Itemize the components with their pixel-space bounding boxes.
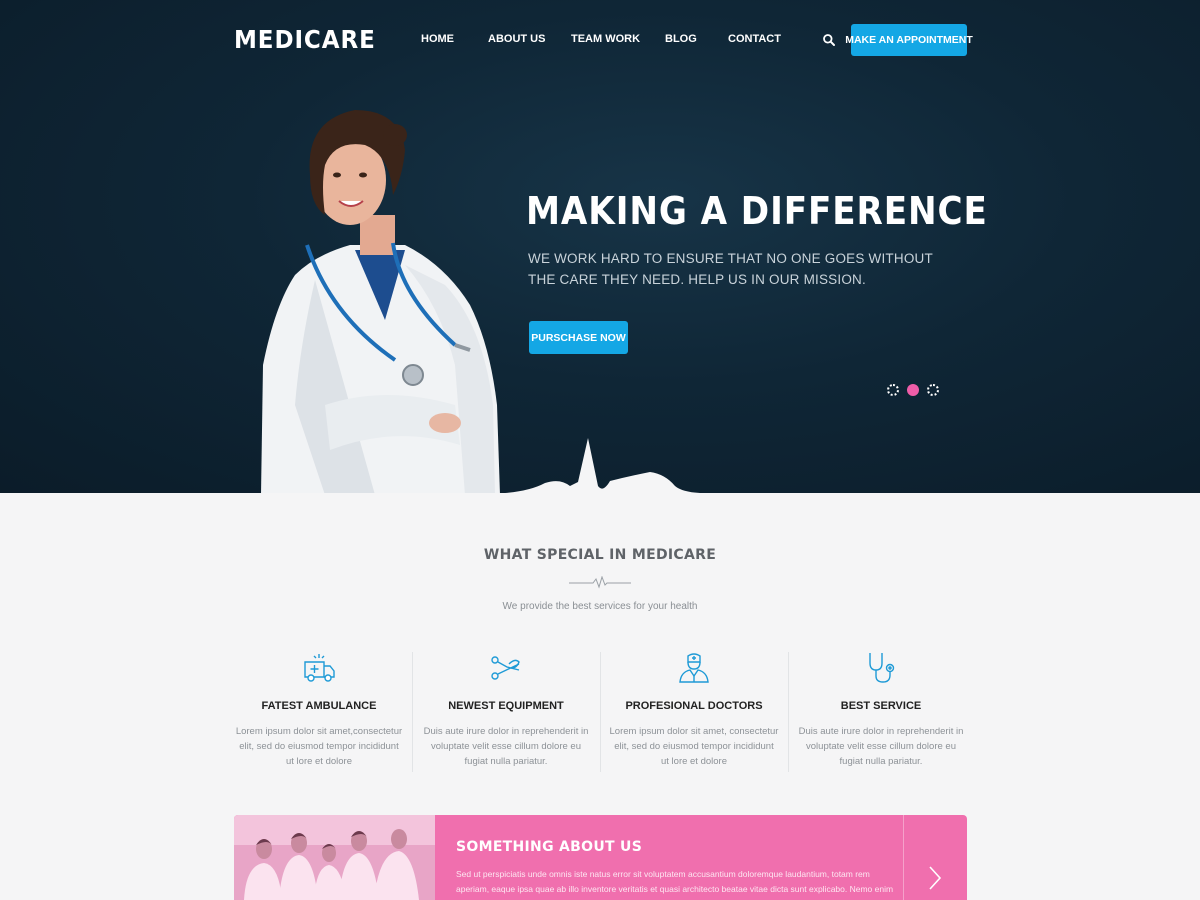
nav-team-work[interactable]: TEAM WORK: [571, 33, 640, 45]
hero-section: MEDICARE HOME ABOUT US TEAM WORK BLOG CO…: [0, 0, 1200, 493]
section-subtitle: We provide the best services for your he…: [502, 601, 698, 612]
feature-text: Duis aute irure dolor in reprehenderit i…: [798, 726, 964, 767]
stethoscope-icon: [869, 653, 895, 683]
chevron-right-icon: [929, 866, 942, 890]
nav-home[interactable]: HOME: [421, 33, 454, 45]
site-logo[interactable]: MEDICARE: [234, 25, 376, 54]
about-text: Sed ut perspiciatis unde omnis iste natu…: [456, 869, 894, 894]
feature-separator: [788, 652, 789, 772]
feature-title: BEST SERVICE: [840, 700, 922, 712]
feature-title: NEWEST EQUIPMENT: [448, 700, 564, 712]
doctor-icon: [679, 653, 709, 683]
next-arrow-button[interactable]: [903, 815, 967, 900]
ambulance-icon: [304, 654, 335, 682]
slider-dot-1[interactable]: [887, 384, 899, 396]
feature-ambulance: FATEST AMBULANCE Lorem ipsum dolor sit a…: [234, 650, 404, 769]
feature-title: PROFESIONAL DOCTORS: [625, 700, 763, 712]
hero-title: MAKING A DIFFERENCE: [526, 189, 988, 233]
feature-separator: [412, 652, 413, 772]
feature-equipment: NEWEST EQUIPMENT Duis aute irure dolor i…: [421, 650, 591, 769]
feature-text: Lorem ipsum dolor sit amet,consectetur e…: [235, 726, 403, 767]
equipment-icon: [491, 656, 520, 680]
make-appointment-button[interactable]: MAKE AN APPOINTMENT: [845, 24, 973, 56]
nav-blog[interactable]: BLOG: [665, 33, 697, 45]
feature-doctors: PROFESIONAL DOCTORS Lorem ipsum dolor si…: [609, 650, 779, 769]
feature-service: BEST SERVICE Duis aute irure dolor in re…: [796, 650, 966, 769]
hero-subtitle: WE WORK HARD TO ENSURE THAT NO ONE GOES …: [528, 251, 933, 287]
feature-separator: [600, 652, 601, 772]
doctor-image: [261, 110, 500, 493]
nav-contact[interactable]: CONTACT: [728, 33, 781, 45]
search-icon[interactable]: [822, 33, 836, 47]
about-section: SOMETHING ABOUT US Sed ut perspiciatis u…: [234, 815, 967, 900]
slider-dots: [887, 384, 943, 396]
feature-text: Duis aute irure dolor in reprehenderit i…: [423, 726, 589, 767]
slider-dot-3[interactable]: [927, 384, 939, 396]
about-title: SOMETHING ABOUT US: [456, 839, 643, 855]
team-photo: [234, 815, 435, 900]
slider-dot-2[interactable]: [907, 384, 919, 396]
pulse-divider-icon: [569, 576, 631, 589]
section-title: WHAT SPECIAL IN MEDICARE: [483, 547, 717, 563]
nav-about-us[interactable]: ABOUT US: [488, 33, 545, 45]
feature-text: Lorem ipsum dolor sit amet, consectetur …: [609, 726, 779, 767]
heartbeat-divider: [0, 438, 1200, 493]
feature-title: FATEST AMBULANCE: [261, 700, 377, 712]
purchase-now-button[interactable]: PURSCHASE NOW: [529, 321, 628, 354]
